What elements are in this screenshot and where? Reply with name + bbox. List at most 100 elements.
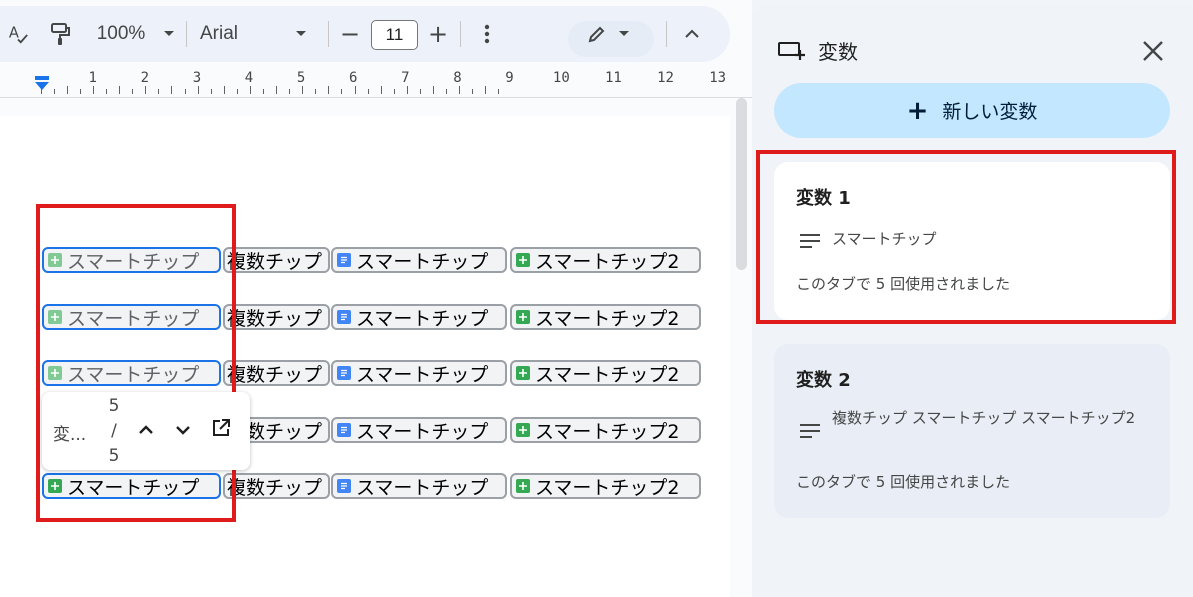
ruler-tick [341, 89, 343, 94]
ruler[interactable]: 1 2 3 4 5 6 7 8 9 10 11 12 13 [0, 62, 752, 98]
panel-title: 変数 [818, 40, 858, 64]
chip-label: スマートチップ [356, 476, 489, 499]
doc-smart-chip[interactable]: スマートチップ [331, 247, 507, 273]
docs-icon [337, 310, 351, 324]
popup-counter: 5 / 5 [108, 396, 120, 466]
ruler-tick [315, 89, 317, 94]
ruler-tick [210, 89, 212, 94]
chip-label: スマートチップ [356, 420, 489, 443]
decrease-font-size-button[interactable]: − [336, 6, 364, 62]
new-variable-button[interactable]: + 新しい変数 [774, 83, 1170, 138]
chip-label: 複数チップ [227, 307, 323, 330]
ruler-tick [66, 86, 68, 94]
next-occurrence-button[interactable] [171, 418, 195, 442]
sheet-smart-chip[interactable]: スマートチップ2 [510, 304, 701, 330]
ruler-tick [158, 89, 160, 94]
chip-label: スマートチップ2 [535, 420, 680, 443]
ruler-tick [380, 86, 382, 94]
font-dropdown-icon[interactable] [290, 6, 312, 62]
editing-mode-button[interactable] [568, 21, 654, 57]
ruler-tick [145, 86, 147, 94]
highlight-box [756, 150, 1176, 324]
sheet-smart-chip[interactable]: スマートチップ2 [510, 360, 701, 386]
previous-occurrence-button[interactable] [134, 418, 158, 442]
ruler-number: 2 [140, 70, 150, 86]
multi-chip[interactable]: 複数チップ [223, 473, 330, 499]
ruler-tick [93, 86, 94, 94]
ruler-tick [459, 86, 461, 94]
doc-smart-chip[interactable]: スマートチップ [331, 304, 507, 330]
sheet-smart-chip[interactable]: スマートチップ2 [510, 473, 701, 499]
ruler-tick [197, 86, 199, 94]
ruler-tick [472, 89, 474, 94]
variable-card-2[interactable]: 変数 2 複数チップ スマートチップ スマートチップ2 このタブで 5 回使用さ… [774, 344, 1170, 518]
ruler-number: 1 [88, 70, 97, 86]
chip-label: スマートチップ2 [535, 476, 680, 499]
ruler-number: 6 [349, 70, 358, 86]
multi-chip[interactable]: 複数チップ [223, 247, 330, 273]
chip-label: スマートチップ2 [535, 250, 680, 273]
ruler-tick [302, 86, 304, 94]
zoom-dropdown-icon[interactable] [158, 6, 180, 62]
more-options-icon[interactable] [474, 6, 500, 62]
ruler-tick [406, 86, 408, 94]
ruler-tick [485, 86, 487, 94]
sheet-smart-chip[interactable]: スマートチップ2 [510, 417, 701, 443]
collapse-toolbar-icon[interactable] [678, 6, 706, 62]
ruler-tick [328, 86, 330, 94]
sheets-icon [516, 253, 530, 267]
font-size-input[interactable]: 11 [371, 20, 418, 50]
increase-font-size-button[interactable]: + [424, 6, 452, 62]
pencil-icon [584, 6, 610, 62]
ruler-tick [249, 86, 251, 94]
doc-smart-chip[interactable]: スマートチップ [331, 417, 507, 443]
ruler-number: 13 [709, 70, 727, 86]
chip-label: 複数チップ [227, 363, 323, 386]
open-in-panel-icon[interactable] [209, 416, 233, 440]
editing-mode-dropdown-icon [614, 6, 634, 62]
docs-icon [337, 253, 351, 267]
document-editor: A 100% Arial − 11 + 1 2 3 4 5 6 7 8 9 10… [0, 0, 752, 597]
ruler-tick [354, 86, 356, 94]
ruler-tick [184, 89, 186, 94]
docs-icon [337, 366, 351, 380]
ruler-tick [53, 89, 55, 94]
ruler-number: 4 [244, 70, 254, 86]
ruler-tick [132, 89, 134, 94]
spellcheck-icon[interactable]: A [2, 6, 34, 62]
scrollbar-thumb[interactable] [736, 98, 747, 270]
multi-chip[interactable]: 複数チップ [223, 304, 330, 330]
variable-name: 変数 2 [796, 370, 851, 391]
chip-label: スマートチップ2 [535, 363, 680, 386]
ruler-tick [79, 89, 81, 94]
ruler-tick [40, 86, 42, 94]
close-icon[interactable] [1140, 38, 1166, 64]
ruler-number: 9 [505, 70, 514, 86]
sheets-icon [516, 366, 530, 380]
font-name[interactable]: Arial [200, 6, 250, 62]
zoom-value[interactable]: 100% [92, 6, 150, 62]
ruler-number: 5 [296, 70, 306, 86]
chip-label: スマートチップ [356, 250, 489, 273]
sheet-smart-chip[interactable]: スマートチップ2 [510, 247, 701, 273]
chip-label: スマートチップ [356, 307, 489, 330]
ruler-tick [393, 89, 395, 94]
ruler-tick [419, 89, 421, 94]
ruler-tick [119, 86, 121, 94]
toolbar: A 100% Arial − 11 + [0, 6, 730, 62]
chip-label: 複数チップ [227, 250, 323, 273]
sheets-icon [516, 310, 530, 324]
ruler-tick [106, 89, 108, 94]
doc-smart-chip[interactable]: スマートチップ [331, 473, 507, 499]
paint-format-icon[interactable] [44, 6, 76, 62]
svg-text:A: A [9, 25, 19, 42]
multi-chip[interactable]: 複数チップ [223, 360, 330, 386]
ruler-number: 3 [192, 70, 202, 86]
indent-marker-icon[interactable] [34, 76, 50, 92]
doc-smart-chip[interactable]: スマートチップ [331, 360, 507, 386]
ruler-tick [289, 89, 291, 94]
ruler-tick [432, 86, 434, 94]
sheets-icon [516, 423, 530, 437]
variable-usage: このタブで 5 回使用されました [796, 473, 1011, 491]
ruler-number: 10 [552, 70, 570, 86]
